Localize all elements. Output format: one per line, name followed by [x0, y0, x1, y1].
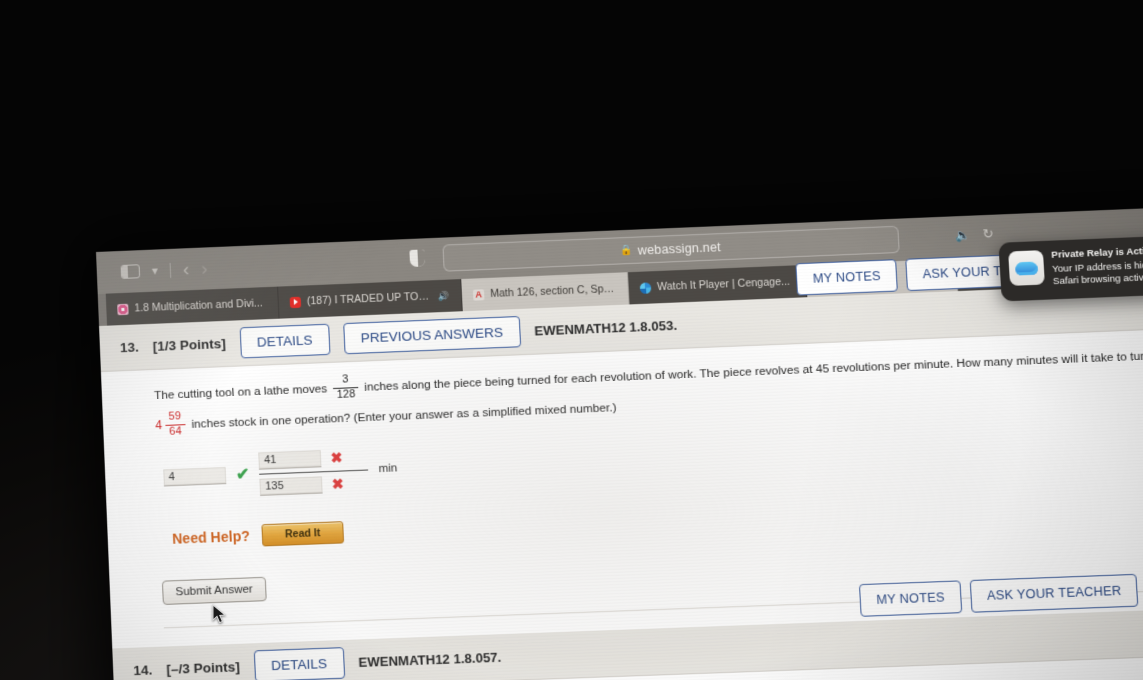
- answer-whole-input[interactable]: [163, 466, 227, 487]
- question-text-part-1: The cutting tool on a lathe moves: [153, 382, 328, 403]
- fraction-3-over-128: 3 128: [333, 373, 359, 402]
- question-text-part-3: inches stock in one operation? (Enter yo…: [191, 401, 617, 432]
- question-text-part-2: h to detail the automobiles, how long (i…: [699, 676, 1143, 680]
- fraction-denominator: 128: [336, 387, 356, 401]
- answer-numerator-input[interactable]: [258, 449, 322, 470]
- private-relay-popover: Private Relay is Active Your IP address …: [998, 233, 1143, 302]
- question-code: EWENMATH12 1.8.057.: [358, 649, 502, 670]
- tab-label: (187) I TRADED UP TO #1...: [306, 290, 431, 308]
- webassign-page: 13. [1/3 Points] DETAILS PREVIOUS ANSWER…: [99, 244, 1143, 680]
- my-notes-button[interactable]: MY NOTES: [795, 259, 898, 296]
- question-number: 13.: [119, 339, 140, 356]
- read-it-button[interactable]: Read It: [261, 521, 345, 547]
- red-x-icon: ✖: [331, 475, 344, 493]
- question-points: [–/3 Points]: [166, 659, 241, 677]
- reload-icon[interactable]: ↻: [982, 226, 994, 243]
- photo-of-monitor: ▾ ‹ › 🔒 webassign.net 🔈 ↻ 1.8 Multiplica…: [0, 0, 1143, 680]
- tab-label: Math 126, section C, Spri...: [489, 282, 617, 301]
- toolbar-divider: [169, 262, 172, 278]
- need-help-label: Need Help?: [171, 527, 251, 547]
- ask-your-teacher-button[interactable]: ASK YOUR TEACHER: [969, 573, 1139, 613]
- cengage-favicon: [639, 281, 652, 294]
- fraction-denominator: 64: [169, 425, 182, 439]
- sidebar-toggle-icon[interactable]: [120, 264, 141, 279]
- url-text: webassign.net: [637, 239, 722, 258]
- previous-answers-button[interactable]: PREVIOUS ANSWERS: [342, 315, 522, 355]
- reader-mode-icon[interactable]: [409, 249, 426, 268]
- math-favicon: [472, 288, 485, 301]
- need-help-row: Need Help? Read It: [172, 487, 1143, 550]
- monitor-screen: ▾ ‹ › 🔒 webassign.net 🔈 ↻ 1.8 Multiplica…: [96, 204, 1143, 680]
- lock-icon: 🔒: [619, 244, 634, 257]
- question-code: EWENMATH12 1.8.053.: [534, 317, 678, 339]
- details-button[interactable]: DETAILS: [253, 647, 346, 680]
- question-points: [1/3 Points]: [152, 335, 227, 354]
- mute-icon[interactable]: 🔊: [438, 290, 450, 302]
- fraction-numerator: 3: [341, 373, 349, 386]
- answer-fraction-bar: [259, 469, 369, 475]
- answer-fraction: ✖ ✖: [258, 448, 370, 496]
- speaker-icon[interactable]: 🔈: [955, 228, 971, 243]
- back-arrow-icon[interactable]: ‹: [182, 259, 189, 280]
- tab-label: 1.8 Multiplication and Divi...: [134, 297, 263, 315]
- icloud-private-relay-icon: [1008, 250, 1045, 286]
- answer-unit: min: [378, 462, 398, 476]
- details-button[interactable]: DETAILS: [239, 323, 331, 359]
- answer-denominator-input[interactable]: [259, 476, 324, 496]
- forward-arrow-icon[interactable]: ›: [201, 258, 208, 279]
- mixed-number-whole: 4: [155, 418, 163, 434]
- submit-answer-button[interactable]: Submit Answer: [161, 576, 267, 605]
- webassign-favicon: [117, 303, 129, 315]
- question-number: 14.: [133, 662, 153, 679]
- youtube-favicon: [289, 296, 302, 308]
- my-notes-button[interactable]: MY NOTES: [859, 580, 963, 617]
- red-x-icon: ✖: [330, 449, 343, 466]
- mixed-number-fraction: 59 64: [165, 411, 186, 438]
- green-check-icon: ✔: [235, 466, 250, 485]
- chevron-down-icon[interactable]: ▾: [152, 263, 159, 277]
- tab-label: Watch It Player | Cengage...: [656, 275, 791, 294]
- fraction-numerator: 59: [168, 410, 182, 424]
